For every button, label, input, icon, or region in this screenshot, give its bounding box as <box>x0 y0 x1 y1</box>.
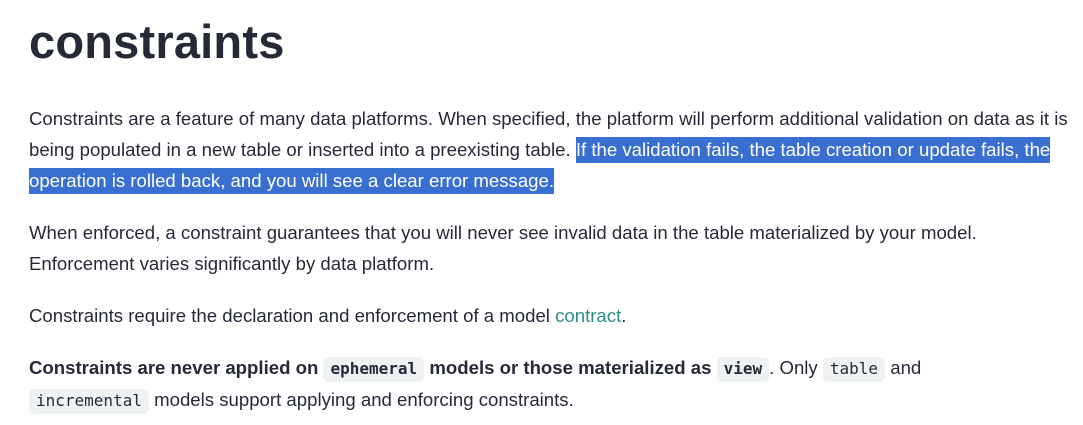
text-only: . Only <box>769 357 823 378</box>
code-table: table <box>822 357 886 382</box>
paragraph-contract: Constraints require the declaration and … <box>29 300 1069 331</box>
paragraph-enforcement: When enforced, a constraint guarantees t… <box>29 222 977 274</box>
bold-text-2: models or those materialized as <box>424 357 717 378</box>
text-and: and <box>885 357 922 378</box>
code-view: view <box>716 357 770 382</box>
contract-text-before: Constraints require the declaration and … <box>29 305 556 326</box>
paragraph-materialization: Constraints are never applied on ephemer… <box>29 352 1069 416</box>
text-support: models support applying and enforcing co… <box>148 389 574 410</box>
paragraph-intro: Constraints are a feature of many data p… <box>29 103 1069 196</box>
doc-content: constraints Constraints are a feature of… <box>29 0 1069 416</box>
contract-text-after: . <box>621 305 627 326</box>
contract-link[interactable]: contract <box>555 305 621 326</box>
bold-text-1: Constraints are never applied on <box>29 357 324 378</box>
code-incremental: incremental <box>29 389 149 414</box>
page-title: constraints <box>29 15 285 68</box>
code-ephemeral: ephemeral <box>323 357 425 382</box>
